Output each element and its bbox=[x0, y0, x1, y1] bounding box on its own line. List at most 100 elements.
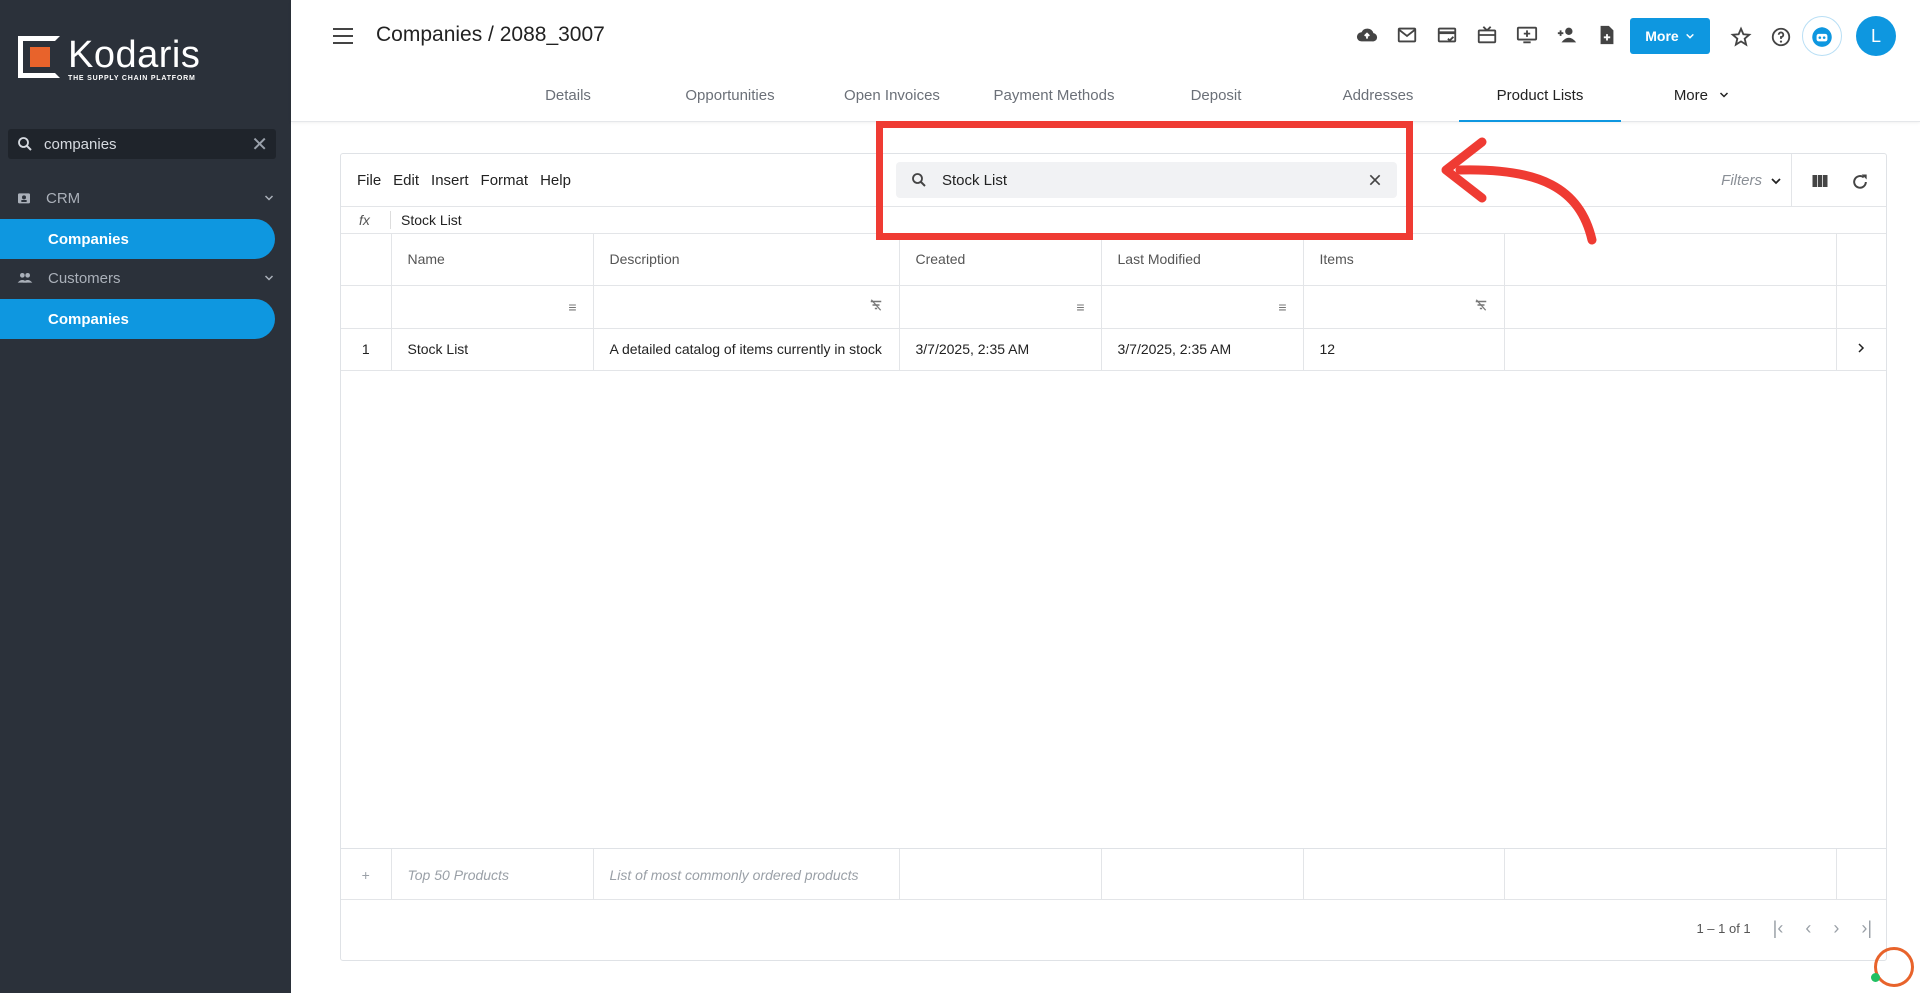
tab-more[interactable]: More bbox=[1621, 78, 1783, 122]
sidebar-search-value: companies bbox=[44, 135, 117, 153]
formula-divider bbox=[390, 211, 391, 229]
cell-items[interactable]: 12 bbox=[1303, 328, 1505, 371]
logo-name: Kodaris bbox=[68, 34, 201, 76]
tab-open-invoices[interactable]: Open Invoices bbox=[811, 78, 973, 122]
row-open-button[interactable] bbox=[1836, 328, 1886, 371]
tab-payment-methods[interactable]: Payment Methods bbox=[973, 78, 1135, 122]
refresh-icon[interactable] bbox=[1850, 172, 1870, 197]
cell-last-modified[interactable]: 3/7/2025, 2:35 AM bbox=[1101, 328, 1304, 371]
cloud-upload-icon[interactable] bbox=[1356, 24, 1378, 46]
new-cell[interactable] bbox=[899, 849, 1102, 900]
pagination: 1 – 1 of 1 |‹ ‹ › ›| bbox=[1696, 918, 1872, 939]
favorite-star-icon[interactable] bbox=[1730, 26, 1752, 53]
filter-icon[interactable]: ≡ bbox=[568, 299, 576, 315]
search-icon bbox=[18, 137, 32, 151]
ai-assistant-button[interactable] bbox=[1802, 16, 1842, 56]
last-page-icon[interactable]: ›| bbox=[1861, 918, 1872, 939]
chevron-down-icon bbox=[1720, 92, 1729, 98]
sidebar-group-crm[interactable]: CRM bbox=[0, 180, 291, 216]
tab-details[interactable]: Details bbox=[487, 78, 649, 122]
sidebar-group-customers[interactable]: Customers bbox=[0, 260, 291, 296]
more-button[interactable]: More bbox=[1630, 18, 1710, 54]
filters-label: Filters bbox=[1721, 172, 1762, 189]
table-row[interactable]: 1 Stock List A detailed catalog of items… bbox=[341, 328, 1886, 371]
menu-help[interactable]: Help bbox=[540, 172, 571, 189]
chat-widget-button[interactable] bbox=[1871, 947, 1914, 987]
gift-card-icon[interactable] bbox=[1476, 24, 1498, 46]
filter-icon[interactable]: ≡ bbox=[1076, 299, 1084, 315]
sidebar-item-companies[interactable]: Companies bbox=[0, 219, 275, 259]
help-icon[interactable] bbox=[1770, 26, 1792, 53]
cell-empty bbox=[1504, 328, 1837, 371]
filter-icon[interactable]: ≡ bbox=[1278, 299, 1286, 315]
add-person-icon[interactable] bbox=[1556, 24, 1578, 46]
add-row-button[interactable]: + bbox=[341, 849, 392, 900]
add-to-screen-icon[interactable] bbox=[1516, 24, 1538, 46]
filter-spacer bbox=[341, 285, 392, 329]
add-document-icon[interactable] bbox=[1596, 24, 1618, 46]
menu-edit[interactable]: Edit bbox=[393, 172, 419, 189]
kodaris-logo[interactable]: Kodaris THE SUPPLY CHAIN PLATFORM bbox=[18, 36, 200, 82]
new-cell[interactable] bbox=[1101, 849, 1304, 900]
cell-description[interactable]: A detailed catalog of items currently in… bbox=[593, 328, 900, 371]
tab-deposit[interactable]: Deposit bbox=[1135, 78, 1297, 122]
filter-cell-last-modified[interactable]: ≡ bbox=[1101, 285, 1304, 329]
header-toolbar bbox=[1356, 24, 1658, 46]
empty-header-cell bbox=[1836, 234, 1886, 286]
first-page-icon[interactable]: |‹ bbox=[1773, 918, 1784, 939]
sidebar-search-input[interactable]: companies ✕ bbox=[8, 129, 276, 159]
chevron-right-icon bbox=[1858, 343, 1865, 353]
column-header-created[interactable]: Created bbox=[899, 234, 1102, 286]
product-lists-grid: File Edit Insert Format Help Stock List … bbox=[340, 153, 1887, 961]
column-header-description[interactable]: Description bbox=[593, 234, 900, 286]
hamburger-menu-icon[interactable] bbox=[333, 28, 353, 44]
header-row: Name Description Created Last Modified I… bbox=[341, 234, 1886, 286]
columns-icon[interactable] bbox=[1810, 172, 1830, 195]
sidebar: Kodaris THE SUPPLY CHAIN PLATFORM compan… bbox=[0, 0, 291, 993]
next-page-icon[interactable]: › bbox=[1833, 918, 1839, 939]
new-row: + Top 50 Products List of most commonly … bbox=[341, 848, 1886, 900]
credit-card-icon[interactable] bbox=[1436, 24, 1458, 46]
row-number: 1 bbox=[341, 328, 392, 371]
new-description-input[interactable]: List of most commonly ordered products bbox=[593, 849, 900, 900]
filter-cell-name[interactable]: ≡ bbox=[391, 285, 594, 329]
sidebar-item-companies[interactable]: Companies bbox=[0, 299, 275, 339]
formula-fx-label: fx bbox=[359, 212, 370, 228]
formula-value: Stock List bbox=[401, 212, 462, 228]
tab-opportunities[interactable]: Opportunities bbox=[649, 78, 811, 122]
data-table: Name Description Created Last Modified I… bbox=[341, 234, 1886, 371]
toolbar-divider bbox=[1791, 154, 1792, 206]
filter-off-icon[interactable] bbox=[1474, 298, 1488, 315]
menu-format[interactable]: Format bbox=[481, 172, 529, 189]
tab-addresses[interactable]: Addresses bbox=[1297, 78, 1459, 122]
filter-cell-items[interactable] bbox=[1303, 285, 1505, 329]
cell-created[interactable]: 3/7/2025, 2:35 AM bbox=[899, 328, 1102, 371]
record-tabs: Details Opportunities Open Invoices Paym… bbox=[487, 78, 1783, 122]
cell-name[interactable]: Stock List bbox=[391, 328, 594, 371]
pagination-range: 1 – 1 of 1 bbox=[1696, 921, 1751, 936]
filter-cell-description[interactable] bbox=[593, 285, 900, 329]
filters-dropdown[interactable]: Filters bbox=[1721, 172, 1782, 189]
tab-product-lists[interactable]: Product Lists bbox=[1459, 78, 1621, 122]
more-button-label: More bbox=[1645, 28, 1679, 44]
robot-icon bbox=[1812, 27, 1832, 47]
online-status-icon bbox=[1871, 973, 1880, 982]
clear-search-icon[interactable]: ✕ bbox=[251, 132, 268, 157]
filter-spacer bbox=[1836, 285, 1886, 329]
new-cell[interactable] bbox=[1303, 849, 1505, 900]
mail-icon[interactable] bbox=[1396, 24, 1418, 46]
user-avatar[interactable]: L bbox=[1856, 16, 1896, 56]
new-name-input[interactable]: Top 50 Products bbox=[391, 849, 594, 900]
highlight-box bbox=[876, 121, 1413, 240]
page-title: Companies / 2088_3007 bbox=[376, 23, 605, 46]
sidebar-group-label: CRM bbox=[46, 189, 81, 207]
menu-insert[interactable]: Insert bbox=[431, 172, 469, 189]
menu-file[interactable]: File bbox=[357, 172, 381, 189]
column-header-last-modified[interactable]: Last Modified bbox=[1101, 234, 1304, 286]
new-cell bbox=[1504, 849, 1837, 900]
filter-cell-created[interactable]: ≡ bbox=[899, 285, 1102, 329]
filter-off-icon[interactable] bbox=[869, 298, 883, 315]
logo-mark-icon bbox=[18, 36, 60, 78]
previous-page-icon[interactable]: ‹ bbox=[1805, 918, 1811, 939]
column-header-name[interactable]: Name bbox=[391, 234, 594, 286]
